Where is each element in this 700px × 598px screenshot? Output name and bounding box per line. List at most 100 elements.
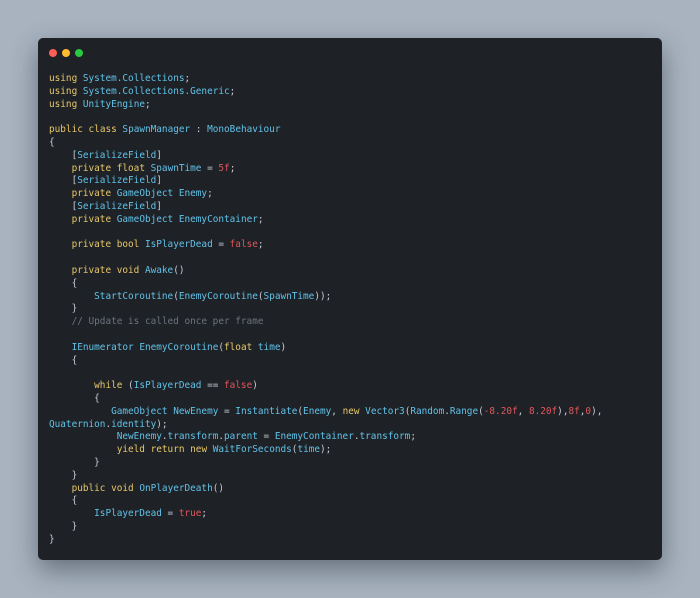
code-token: == — [201, 380, 224, 392]
code-token: ; — [229, 162, 236, 174]
code-token: MonoBehaviour — [207, 124, 281, 136]
code-token: float — [116, 162, 145, 174]
code-token: SpawnManager — [122, 124, 191, 136]
code-token: using — [49, 73, 78, 84]
code-token: EnemyContainer — [274, 431, 354, 443]
code-token: new — [342, 405, 360, 417]
code-token: identity — [111, 418, 157, 430]
code-token: parent — [224, 431, 258, 443]
code-token: SerializeField — [77, 200, 157, 212]
code-token: ); — [156, 418, 168, 430]
code-token: Enemy — [303, 405, 332, 417]
code-token: } — [49, 469, 78, 481]
code-token: ) — [252, 380, 258, 392]
code-token: ; — [207, 188, 213, 200]
code-token: = — [212, 239, 230, 251]
code-line: StartCoroutine(EnemyCoroutine(SpawnTime)… — [49, 291, 654, 304]
code-token: { — [49, 392, 100, 404]
code-token: 8.20f — [528, 405, 558, 417]
code-token: private — [71, 188, 112, 200]
code-token: public — [49, 124, 83, 136]
code-token: ] — [156, 175, 162, 187]
code-token: 5f — [218, 162, 230, 174]
code-token: private — [71, 264, 112, 276]
close-dot[interactable] — [49, 49, 57, 57]
code-token: IEnumerator — [71, 341, 134, 353]
code-token: bool — [116, 239, 140, 251]
code-line: private GameObject Enemy; — [49, 188, 654, 201]
code-token: GameObject — [116, 188, 174, 200]
code-token: transform — [359, 431, 411, 443]
code-line: private float SpawnTime = 5f; — [49, 163, 654, 176]
code-line: public class SpawnManager : MonoBehaviou… — [49, 124, 654, 137]
code-token: public — [71, 482, 106, 494]
code-line: [SerializeField] — [49, 175, 654, 188]
code-token: () — [173, 264, 185, 276]
code-line: yield return new WaitForSeconds(time); — [49, 444, 654, 457]
code-token: ; — [257, 239, 264, 251]
code-line: } — [49, 303, 654, 316]
code-token: } — [49, 456, 100, 468]
code-line: { — [49, 355, 654, 368]
code-token: GameObject — [111, 405, 168, 417]
minimize-dot[interactable] — [62, 49, 70, 57]
code-token: false — [229, 239, 258, 251]
code-token: transform — [167, 431, 219, 443]
code-token: -8.20f — [483, 405, 518, 417]
code-token: NewEnemy — [173, 405, 219, 417]
code-token: )); — [314, 290, 332, 302]
code-token: Random — [410, 405, 445, 417]
code-token: IsPlayerDead — [133, 380, 202, 392]
code-token: [ — [49, 175, 78, 187]
code-line: } — [49, 534, 654, 547]
code-token: ; — [410, 431, 416, 443]
code-token: time — [257, 341, 281, 353]
code-token: ] — [156, 200, 162, 212]
code-line: // Update is called once per frame — [49, 316, 654, 329]
code-token: ; — [257, 213, 264, 225]
code-token: EnemyContainer — [178, 213, 258, 225]
code-token: class — [88, 124, 117, 136]
code-line: using UnityEngine; — [49, 99, 654, 112]
code-token: OnPlayerDeath — [139, 482, 213, 494]
code-token: ; — [144, 98, 151, 110]
code-token: float — [224, 341, 253, 353]
code-line: NewEnemy.transform.parent = EnemyContain… — [49, 431, 654, 444]
code-line: using System.Collections; — [49, 73, 654, 86]
code-token: private — [71, 162, 112, 174]
code-line: GameObject NewEnemy = Instantiate(Enemy,… — [49, 406, 654, 419]
code-block: using System.Collections; using System.Co… — [49, 73, 654, 546]
code-token: true — [178, 508, 202, 520]
code-token: new — [190, 444, 208, 456]
code-token: EnemyCoroutine — [178, 290, 258, 302]
code-token: GameObject — [116, 213, 174, 225]
code-token: ) — [280, 341, 287, 353]
code-token: void — [116, 264, 140, 276]
code-token: ( — [122, 380, 134, 392]
code-token: false — [224, 380, 253, 392]
code-token: time — [297, 444, 321, 456]
code-token: EnemyCoroutine — [139, 341, 219, 353]
code-token: Enemy — [178, 188, 208, 200]
code-token: Instantiate — [235, 405, 298, 417]
code-token: using — [49, 98, 78, 110]
code-token: [ — [49, 200, 78, 212]
code-token: ), — [591, 405, 603, 417]
code-token: = — [218, 405, 236, 417]
code-token: { — [49, 354, 78, 366]
maximize-dot[interactable] — [75, 49, 83, 57]
code-token: 8f — [568, 405, 580, 417]
code-line: Quaternion.identity); — [49, 419, 654, 432]
code-line: [SerializeField] — [49, 201, 654, 214]
